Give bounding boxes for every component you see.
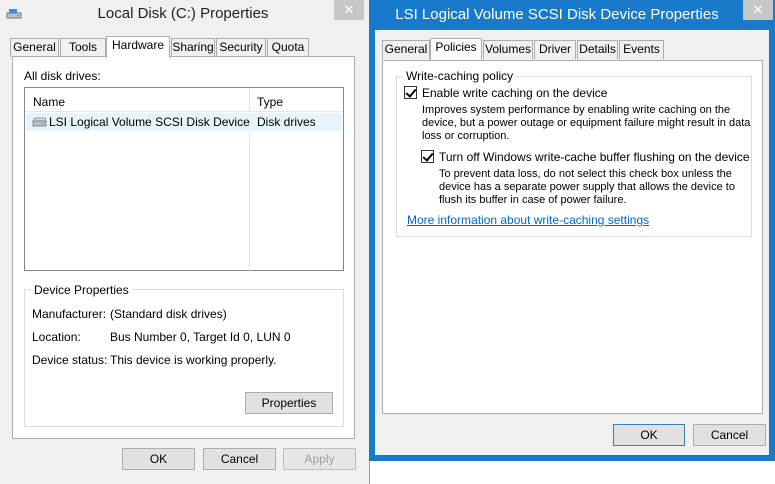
tab-hardware[interactable]: Hardware [106, 36, 170, 58]
write-caching-policy-group: Write-caching policy Enable write cachin… [396, 69, 752, 237]
dialog-client-area: General Policies Volumes Driver Details … [375, 30, 769, 455]
local-disk-properties-window: Local Disk (C:) Properties ✕ General Too… [0, 0, 370, 484]
device-properties-title: Device Properties [31, 283, 132, 297]
title-bar[interactable]: Local Disk (C:) Properties ✕ [0, 0, 369, 29]
disk-device-properties-window: LSI Logical Volume SCSI Disk Device Prop… [369, 0, 775, 461]
enable-write-caching-desc-line: Improves system performance by enabling … [422, 104, 731, 116]
enable-write-caching-desc-line: device, but a power outage or equipment … [422, 117, 751, 129]
drive-name: LSI Logical Volume SCSI Disk Device [49, 115, 250, 129]
list-item[interactable]: LSI Logical Volume SCSI Disk Device Disk… [26, 113, 342, 131]
tab-sharing[interactable]: Sharing [171, 38, 215, 57]
turn-off-buffer-flushing-desc-line: flush its buffer in case of power failur… [439, 194, 627, 206]
hardware-tab-panel: All disk drives: Name Type LSI Logical V… [12, 56, 355, 439]
write-caching-policy-title: Write-caching policy [403, 69, 517, 83]
tab-details[interactable]: Details [577, 40, 618, 59]
turn-off-buffer-flushing-desc-line: To prevent data loss, do not select this… [439, 168, 732, 180]
tab-quota[interactable]: Quota [267, 38, 309, 57]
drive-type: Disk drives [257, 115, 316, 129]
list-header: Name Type [25, 88, 343, 112]
column-header-type[interactable]: Type [257, 95, 283, 109]
policies-tab-panel: Write-caching policy Enable write cachin… [382, 60, 763, 414]
turn-off-buffer-flushing-checkbox[interactable] [421, 150, 434, 163]
location-label: Location: [32, 330, 81, 344]
cancel-button[interactable]: Cancel [693, 424, 766, 446]
window-title: LSI Logical Volume SCSI Disk Device Prop… [395, 6, 719, 23]
manufacturer-label: Manufacturer: [32, 307, 107, 321]
tab-strip: General Policies Volumes Driver Details … [382, 38, 682, 60]
close-button[interactable]: ✕ [334, 0, 364, 20]
device-status-label: Device status: [32, 353, 108, 367]
location-value: Bus Number 0, Target Id 0, LUN 0 [110, 330, 291, 344]
enable-write-caching-checkbox[interactable] [404, 86, 417, 99]
enable-write-caching-desc-line: loss or corruption. [422, 130, 510, 142]
tab-security[interactable]: Security [216, 38, 266, 57]
ok-button[interactable]: OK [122, 448, 195, 470]
close-button[interactable]: ✕ [743, 0, 773, 20]
tab-strip: General Tools Hardware Sharing Security … [10, 36, 309, 58]
device-properties-group: Device Properties Manufacturer: (Standar… [24, 283, 344, 427]
disk-drives-list[interactable]: Name Type LSI Logical Volume SCSI Disk D… [24, 87, 344, 272]
hard-disk-icon [32, 117, 47, 127]
cancel-button[interactable]: Cancel [203, 448, 276, 470]
manufacturer-value: (Standard disk drives) [110, 307, 227, 321]
device-status-value: This device is working properly. [110, 353, 277, 367]
tab-events[interactable]: Events [619, 40, 664, 59]
more-info-write-caching-link[interactable]: More information about write-caching set… [407, 213, 649, 227]
ok-button[interactable]: OK [613, 424, 685, 446]
tab-volumes[interactable]: Volumes [483, 40, 533, 59]
turn-off-buffer-flushing-desc-line: device has a separate power supply that … [439, 181, 735, 193]
column-header-name[interactable]: Name [33, 95, 65, 109]
tab-policies[interactable]: Policies [430, 38, 482, 60]
tab-general[interactable]: General [382, 40, 430, 59]
properties-button[interactable]: Properties [245, 392, 333, 414]
tab-general[interactable]: General [10, 38, 59, 57]
tab-driver[interactable]: Driver [534, 40, 576, 59]
window-title: Local Disk (C:) Properties [97, 5, 269, 22]
tab-tools[interactable]: Tools [60, 38, 106, 57]
turn-off-buffer-flushing-label[interactable]: Turn off Windows write-cache buffer flus… [439, 150, 750, 164]
enable-write-caching-label[interactable]: Enable write caching on the device [422, 86, 607, 100]
all-disk-drives-label: All disk drives: [24, 69, 101, 83]
apply-button[interactable]: Apply [283, 448, 356, 470]
